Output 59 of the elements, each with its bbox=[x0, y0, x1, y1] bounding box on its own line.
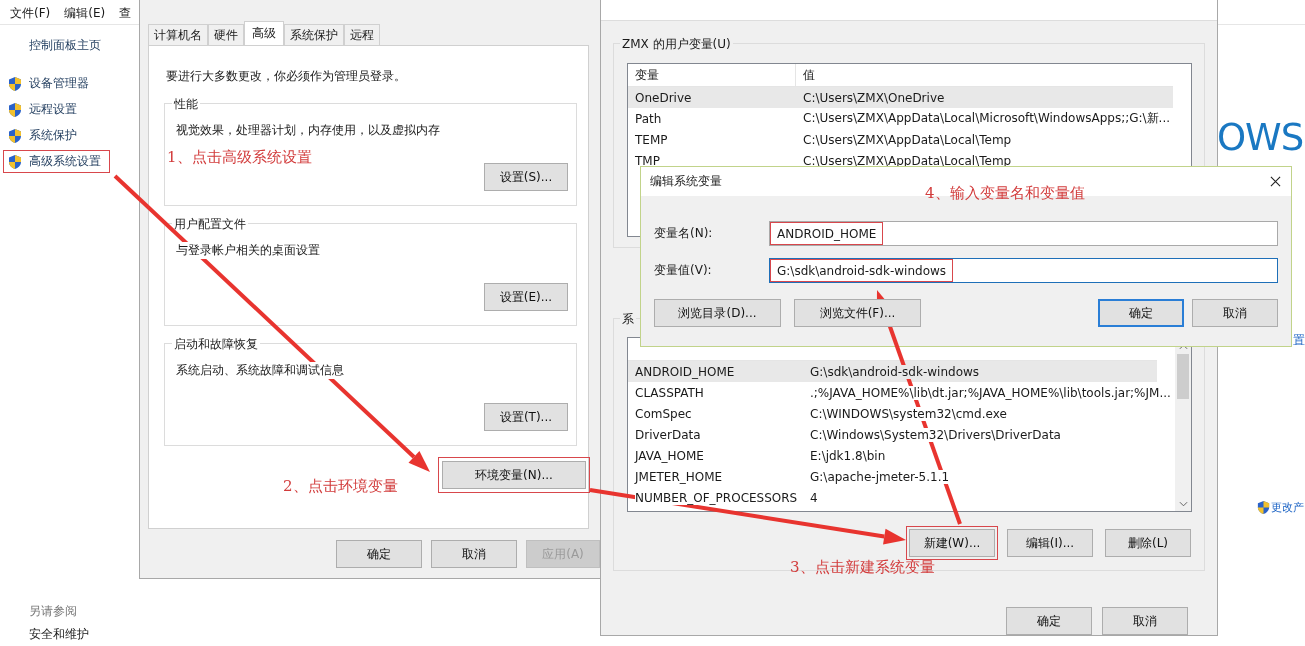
list-action-button[interactable]: 删除(L) bbox=[1105, 529, 1191, 557]
tab[interactable]: 硬件 bbox=[208, 24, 244, 45]
text-field[interactable]: G:\sdk\android-sdk-windows bbox=[769, 258, 1278, 283]
tab[interactable]: 远程 bbox=[344, 24, 380, 45]
column-header[interactable]: 值 bbox=[796, 66, 815, 84]
field-label: 变量名(N): bbox=[654, 225, 714, 242]
dialog-button[interactable]: 确定 bbox=[336, 540, 422, 568]
highlight-box: ANDROID_HOME bbox=[770, 222, 884, 245]
tab[interactable]: 计算机名 bbox=[148, 24, 208, 45]
list-row[interactable]: Path C:\Users\ZMX\AppData\Local\Microsoft\WindowsApps;;G:\新... bbox=[628, 108, 1191, 129]
menu-item[interactable]: 文件(F) bbox=[10, 5, 51, 19]
group-title: 启动和故障恢复 bbox=[172, 336, 260, 353]
task-link[interactable]: 高级系统设置 bbox=[4, 151, 109, 172]
highlight-box: G:\sdk\android-sdk-windows bbox=[770, 259, 954, 282]
admin-note: 要进行大多数更改，你必须作为管理员登录。 bbox=[166, 68, 407, 85]
settings-button[interactable]: 设置(E)... bbox=[484, 283, 568, 311]
settings-link[interactable]: 置 bbox=[1293, 332, 1305, 349]
dialog-button[interactable]: 取消 bbox=[431, 540, 517, 568]
home-link[interactable]: 控制面板主页 bbox=[29, 37, 139, 54]
text-field[interactable]: ANDROID_HOME bbox=[769, 221, 1278, 246]
step-caption: 4、输入变量名和变量值 bbox=[925, 184, 1085, 203]
menu-item[interactable]: 编辑(E) bbox=[64, 5, 106, 19]
step-caption: 1、点击高级系统设置 bbox=[167, 148, 312, 167]
settings-button[interactable]: 设置(T)... bbox=[484, 403, 568, 431]
dialog-title: 编辑系统变量 bbox=[650, 173, 722, 190]
step-caption: 2、点击环境变量 bbox=[283, 477, 398, 496]
task-link[interactable]: 系统保护 bbox=[4, 125, 85, 146]
change-link[interactable]: 更改产 bbox=[1256, 500, 1304, 515]
group-title: 用户配置文件 bbox=[172, 216, 248, 233]
dialog-button[interactable]: 确定 bbox=[1098, 299, 1184, 327]
group-description: 视觉效果，处理器计划，内存使用，以及虚拟内存 bbox=[176, 122, 440, 139]
menu-item[interactable]: 查 bbox=[119, 5, 132, 19]
group-title: ZMX 的用户变量(U) bbox=[620, 36, 733, 53]
group-description: 与登录帐户相关的桌面设置 bbox=[176, 242, 320, 259]
list-row[interactable]: TEMP C:\Users\ZMX\AppData\Local\Temp bbox=[628, 129, 1191, 150]
list-row[interactable]: ANDROID_HOME G:\sdk\android-sdk-windows bbox=[628, 361, 1157, 382]
dialog-button[interactable]: 确定 bbox=[1006, 607, 1092, 635]
list-action-button[interactable]: 新建(W)... bbox=[909, 529, 995, 557]
group-title: 系 bbox=[620, 311, 636, 328]
environment-variables-button[interactable]: 环境变量(N)... bbox=[442, 461, 586, 489]
dialog-button[interactable]: 取消 bbox=[1192, 299, 1278, 327]
browse-button[interactable]: 浏览目录(D)... bbox=[654, 299, 781, 327]
see-also-link[interactable]: 安全和维护 bbox=[29, 626, 139, 643]
step-caption: 3、点击新建系统变量 bbox=[790, 558, 935, 577]
list-action-button[interactable]: 编辑(I)... bbox=[1007, 529, 1093, 557]
browse-button[interactable]: 浏览文件(F)... bbox=[794, 299, 921, 327]
tab[interactable]: 系统保护 bbox=[284, 24, 344, 45]
column-header[interactable]: 变量 bbox=[628, 64, 796, 86]
group-description: 系统启动、系统故障和调试信息 bbox=[176, 362, 344, 379]
settings-button[interactable]: 设置(S)... bbox=[484, 163, 568, 191]
section-heading: 另请参阅 bbox=[29, 603, 78, 620]
list-row[interactable]: OneDrive C:\Users\ZMX\OneDrive bbox=[628, 87, 1173, 108]
task-link[interactable]: 远程设置 bbox=[4, 99, 85, 120]
brand-text: OWS bbox=[1217, 116, 1304, 159]
field-label: 变量值(V): bbox=[654, 262, 713, 279]
group-title: 性能 bbox=[172, 96, 200, 113]
task-link[interactable]: 设备管理器 bbox=[4, 73, 97, 94]
tab[interactable]: 高级 bbox=[244, 21, 284, 45]
dialog-button[interactable]: 取消 bbox=[1102, 607, 1188, 635]
